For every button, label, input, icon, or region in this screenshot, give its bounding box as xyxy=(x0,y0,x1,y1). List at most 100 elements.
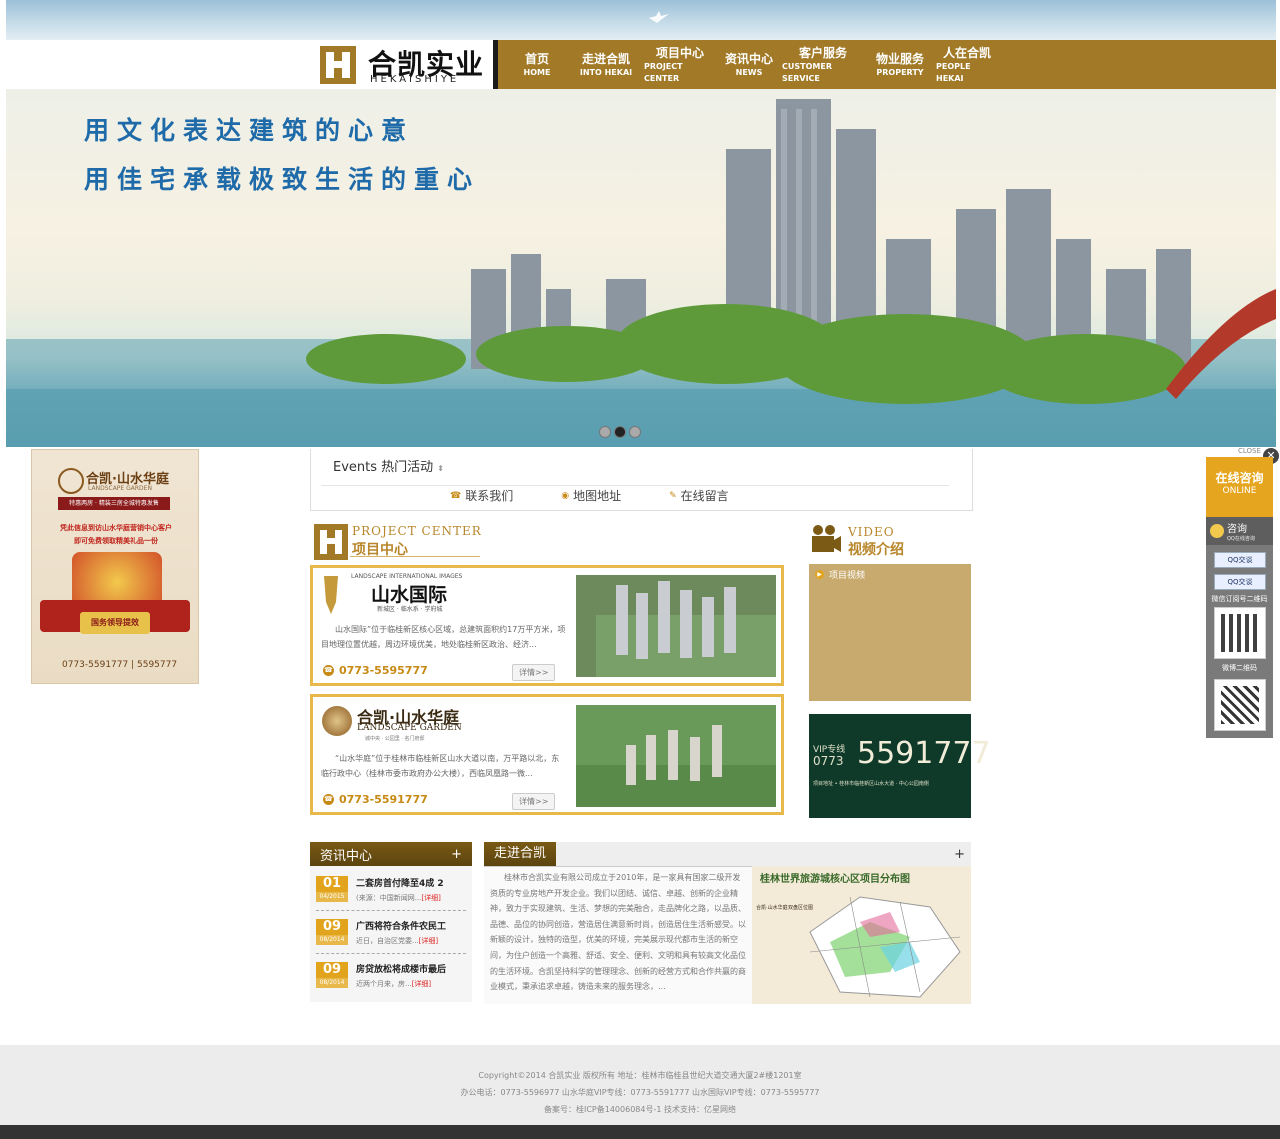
project-photo[interactable] xyxy=(576,575,776,677)
left-floating-ad[interactable]: 合凯·山水华庭 LANDSCAPE GARDEN 特惠两房 · 精装三房全城特惠… xyxy=(31,449,199,684)
project-photo[interactable] xyxy=(576,705,776,807)
slider-dots xyxy=(599,426,641,438)
nav-sublabel: HOME xyxy=(523,67,551,77)
nav-label: 人在合凯 xyxy=(942,45,991,60)
vip-address: 项目地址 • 桂林市临桂新区山水大道 · 中心公园南侧 xyxy=(813,781,929,787)
wechat-qr-code xyxy=(1214,607,1266,659)
news-detail-link[interactable]: [详细] xyxy=(421,894,440,902)
ad-promo-1: 凭此信息到访山水华庭营销中心客户 xyxy=(60,524,172,532)
project-center-title-en: PROJECT CENTER xyxy=(352,524,482,538)
ad-ribbon-label: 国务领导提效 xyxy=(80,612,150,634)
ad-promo-2: 即可免费领取精美礼品一份 xyxy=(74,537,158,545)
nav-item-customer-service[interactable]: 客户服务 CUSTOMER SERVICE xyxy=(778,40,868,89)
nav-item-news[interactable]: 资讯中心 NEWS xyxy=(720,40,778,89)
nav-item-people-hekai[interactable]: 人在合凯 PEOPLE HEKAI xyxy=(932,40,1002,89)
news-month: 08/2014 xyxy=(316,978,348,988)
project-center-logo-icon xyxy=(314,524,348,560)
nav-label: 项目中心 xyxy=(655,45,704,60)
news-summary: (来源：中国新闻网... xyxy=(356,894,422,902)
news-headline[interactable]: 二套房首付降至4成 2 xyxy=(356,876,444,889)
map-address-link[interactable]: ◉ 地图地址 xyxy=(561,487,621,504)
slider-dot[interactable] xyxy=(599,426,611,438)
vip-number: 5591777 xyxy=(857,736,991,771)
ad-phones: 0773-5591777 | 5595777 xyxy=(62,660,178,670)
project-card-landscape-garden[interactable]: 合凯·山水华庭 LANDSCAPE GARDEN 城中央 · 公园里 · 名门府… xyxy=(310,694,784,815)
news-summary: 近两个月来，房... xyxy=(356,980,412,988)
nav-item-property[interactable]: 物业服务 PROPERTY xyxy=(868,40,932,89)
project-card-shanshui-international[interactable]: LANDSCAPE INTERNATIONAL IMAGES 山水国际 新城区 … xyxy=(310,565,784,686)
video-label-row: ▶ 项目视频 xyxy=(815,568,865,581)
qq-chat-button-1[interactable]: QQ交谈 xyxy=(1214,552,1266,568)
qq-chat-button-2[interactable]: QQ交谈 xyxy=(1214,574,1266,590)
nav-item-into-hekai[interactable]: 走进合凯 INTO HEKAI xyxy=(572,40,640,89)
project-brand-top: LANDSCAPE INTERNATIONAL IMAGES xyxy=(351,573,463,580)
news-more-button[interactable]: + xyxy=(451,847,462,862)
about-panel: 走进合凯 + 桂林市合凯实业有限公司成立于2010年，是一家具有国家二级开发资质… xyxy=(484,842,971,1004)
nav-label: 客户服务 xyxy=(798,45,847,60)
float-close-label[interactable]: CLOSE xyxy=(1238,447,1261,455)
ad-logo-icon xyxy=(58,468,84,494)
slider-dot-active[interactable] xyxy=(614,426,626,438)
top-sky-strip xyxy=(6,0,1276,40)
shield-logo-icon xyxy=(324,576,338,614)
news-text: 二套房首付降至4成 2 (来源：中国新闻网...[详细] xyxy=(356,876,444,903)
vip-area-code: 0773 xyxy=(813,754,844,768)
qr-caption-wechat: 微信订阅号二维码 xyxy=(1211,595,1268,603)
nav-sublabel: INTO HEKAI xyxy=(579,67,633,77)
banner-slogan-1: 用文化表达建筑的心意 xyxy=(84,116,415,145)
project-phone-row: ☎ 0773-5595777 xyxy=(323,664,428,677)
play-icon: ▶ xyxy=(815,570,824,579)
project-desc: 山水国际”位于临桂新区核心区域，总建筑面积约17万平方米，项目地理位置优越，周边… xyxy=(321,625,566,649)
link-label: 在线留言 xyxy=(680,489,729,503)
link-label: 地图地址 xyxy=(573,489,622,503)
about-title: 走进合凯 xyxy=(484,842,557,866)
contact-us-link[interactable]: ☎ 联系我们 xyxy=(450,487,513,504)
news-item[interactable]: 09 08/2014 房贷放松将成楼市最后近两个月来，房...[详细] xyxy=(316,962,466,989)
news-item[interactable]: 09 08/2014 广西将符合条件农民工 近日，自治区党委...[详细] xyxy=(316,919,466,946)
message-link[interactable]: ✎ 在线留言 xyxy=(669,487,729,504)
about-more-button[interactable]: + xyxy=(954,847,971,862)
nav-label: 首页 xyxy=(524,51,549,66)
nav-item-project-center[interactable]: 项目中心 PROJECT CENTER xyxy=(640,40,720,89)
news-month: 08/2014 xyxy=(316,935,348,945)
phone-icon: ☎ xyxy=(450,490,462,501)
events-title: Events 热门活动 ⬍ xyxy=(333,456,444,475)
nav-sublabel: PROJECT CENTER xyxy=(644,61,683,83)
news-item[interactable]: 01 04/2015 二套房首付降至4成 2 (来源：中国新闻网...[详细] xyxy=(316,876,466,903)
ad-subtitle: LANDSCAPE GARDEN xyxy=(88,485,152,492)
phone-icon: ☎ xyxy=(323,794,334,805)
sort-arrow-icon: ⬍ xyxy=(437,464,444,473)
nav-item-home[interactable]: 首页 HOME xyxy=(518,40,556,89)
section-underline xyxy=(350,556,480,557)
news-summary: 近日，自治区党委... xyxy=(356,937,419,945)
detail-button[interactable]: 详情>> xyxy=(512,793,556,810)
news-headline[interactable]: 房贷放松将成楼市最后 xyxy=(356,962,446,975)
float-header: 在线咨询 ONLINE xyxy=(1206,457,1273,517)
detail-button[interactable]: 详情>> xyxy=(512,664,556,681)
dove-icon xyxy=(649,11,669,23)
project-brand-name: 山水国际 xyxy=(371,584,448,606)
hero-banner[interactable]: 用文化表达建筑的心意 用佳宅承载极致生活的重心 xyxy=(6,89,1276,447)
online-consult-panel: 在线咨询 ONLINE 咨询 QQ在线咨询 QQ交谈 QQ交谈 微信订阅号二维码 … xyxy=(1206,457,1273,738)
video-title: 视频介绍 xyxy=(848,542,904,558)
logo-icon[interactable] xyxy=(318,44,358,86)
video-title-en: VIDEO xyxy=(848,525,895,539)
news-month: 04/2015 xyxy=(316,892,348,902)
slider-dot[interactable] xyxy=(629,426,641,438)
map-pin-icon: ◉ xyxy=(561,490,570,501)
nav-sublabel: PEOPLE HEKAI xyxy=(936,61,971,83)
news-headline[interactable]: 广西将符合条件农民工 xyxy=(356,919,446,932)
news-detail-link[interactable]: [详细] xyxy=(412,980,431,988)
news-detail-link[interactable]: [详细] xyxy=(419,937,438,945)
nav-sublabel: CUSTOMER SERVICE xyxy=(782,61,832,83)
project-phone-row: ☎ 0773-5591777 xyxy=(323,793,428,806)
video-panel[interactable]: ▶ 项目视频 xyxy=(809,564,971,701)
events-divider xyxy=(321,485,949,486)
events-title-text: Events 热门活动 xyxy=(333,460,434,475)
footer-copyright: Copyright©2014 合凯实业 版权所有 地址：桂林市临桂县世纪大道交通… xyxy=(478,1071,802,1080)
project-map[interactable]: 桂林世界旅游城核心区项目分布图 合凯·山水华庭 双盘区位图 xyxy=(752,866,971,1004)
news-date: 09 08/2014 xyxy=(316,962,348,988)
project-desc: “山水华庭”位于桂林市临桂新区山水大道以南，万平路以北，东临行政中心（桂林市委市… xyxy=(321,754,560,778)
project-brand-sub: 新城区 · 临水系 · 学府城 xyxy=(377,606,443,613)
nav-label: 物业服务 xyxy=(875,51,924,66)
